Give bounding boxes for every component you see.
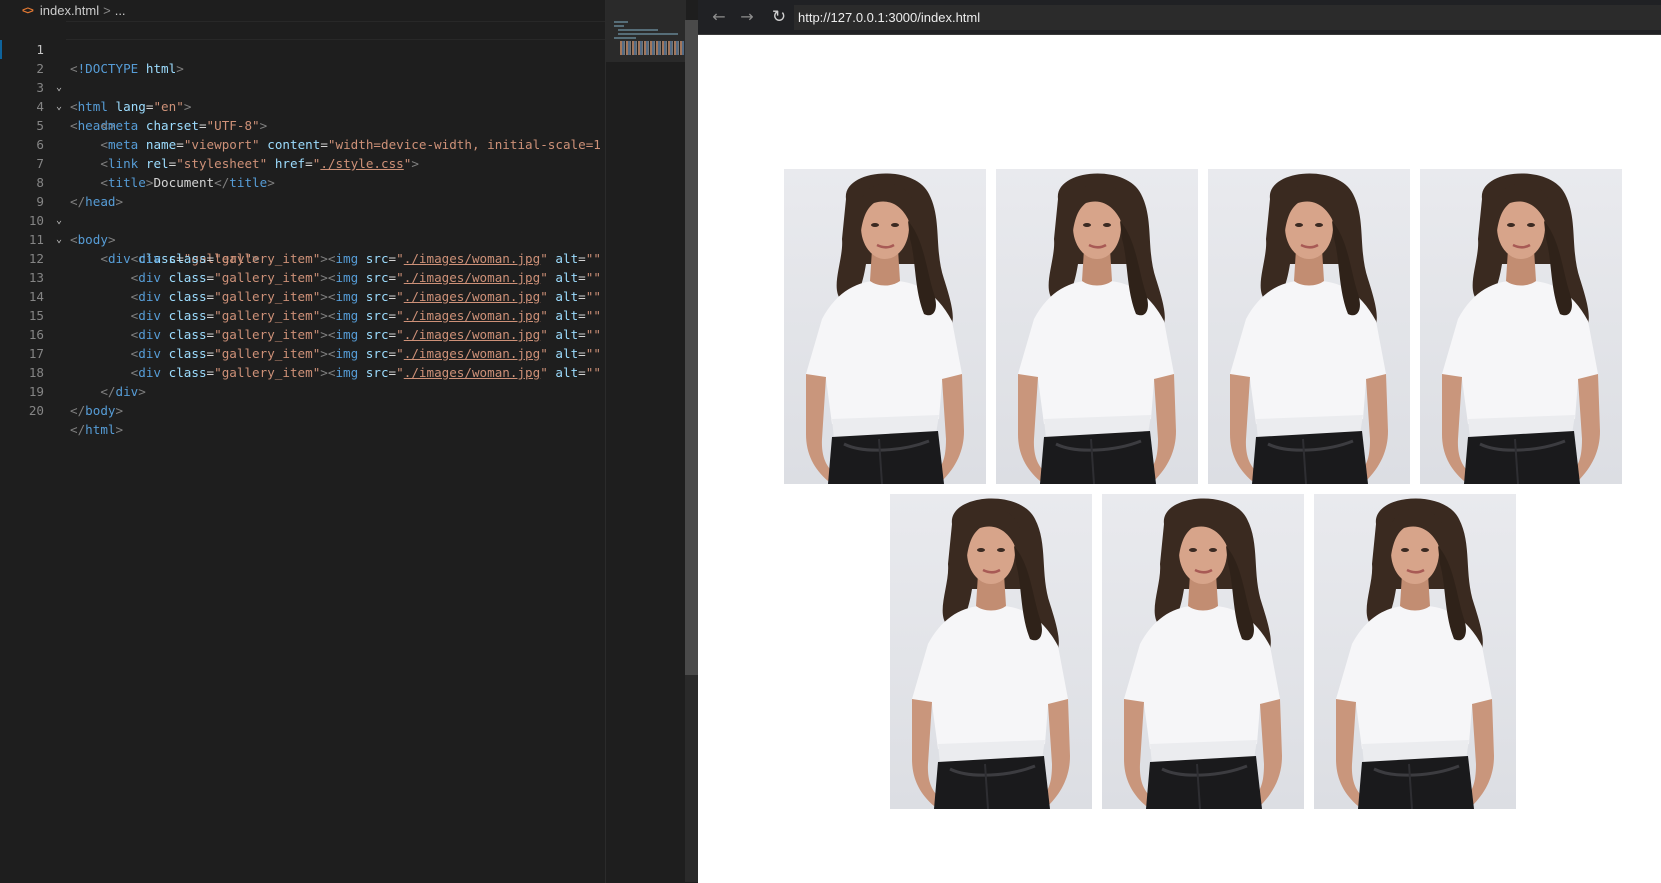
code-line[interactable]: 4 <meta charset="UTF-8">	[0, 78, 605, 133]
code-line[interactable]: 5 <meta name="viewport" content="width=d…	[0, 97, 605, 152]
gallery-item	[1102, 494, 1304, 809]
code-token: html	[85, 422, 116, 437]
browser-toolbar: ← → ↻ http://127.0.0.1:3000/index.html	[698, 0, 1661, 35]
code-line[interactable]: 20 </html>	[0, 382, 605, 437]
minimap-line	[614, 25, 624, 27]
gallery-item	[1314, 494, 1516, 809]
html-file-icon: <>	[22, 4, 34, 17]
code-line[interactable]: 10 ⌄ <div class="gallery">	[0, 192, 605, 266]
gallery-photo	[996, 169, 1198, 484]
code-editor[interactable]: <> index.html > ... 1 <!DOCTYPE html> 2 …	[0, 0, 698, 883]
breadcrumb-file[interactable]: index.html	[40, 3, 99, 18]
code-line[interactable]: 14 <div class="gallery_item"><img src=".…	[0, 268, 605, 323]
code-line[interactable]: 16 <div class="gallery_item"><img src=".…	[0, 306, 605, 361]
code-line[interactable]: 3 ⌄ <head>	[0, 59, 605, 133]
code-line[interactable]: 8 </head>	[0, 154, 605, 209]
code-line[interactable]: 12 <div class="gallery_item"><img src=".…	[0, 230, 605, 285]
code-line[interactable]: 13 <div class="gallery_item"><img src=".…	[0, 249, 605, 304]
code-line[interactable]: 18 </div>	[0, 344, 605, 399]
code-line[interactable]: 1 <!DOCTYPE html>	[0, 21, 605, 76]
gallery-photo	[1420, 169, 1622, 484]
line-number: 20	[28, 403, 44, 418]
gallery-item	[1208, 169, 1410, 484]
code-line[interactable]: 2 ⌄ <html lang="en">	[0, 40, 605, 114]
editor-scroll-thumb[interactable]	[685, 20, 698, 675]
code-token: body	[85, 403, 116, 418]
minimap-line	[614, 37, 636, 39]
back-arrow-icon[interactable]: ←	[706, 4, 732, 30]
gallery-photo	[1102, 494, 1304, 809]
code-area[interactable]: 1 <!DOCTYPE html> 2 ⌄ <html lang="en"> 3…	[0, 21, 605, 883]
minimap-line	[614, 21, 628, 23]
reload-icon[interactable]: ↻	[766, 4, 792, 30]
code-line[interactable]: 7 <title>Document</title>	[0, 135, 605, 190]
gallery-photo	[784, 169, 986, 484]
forward-arrow-icon[interactable]: →	[734, 4, 760, 30]
breadcrumb-more[interactable]: ...	[115, 3, 126, 18]
code-line[interactable]: 11 <div class="gallery_item"><img src=".…	[0, 211, 605, 266]
breadcrumb-separator: >	[103, 3, 111, 18]
code-line[interactable]: 9 ⌄ <body>	[0, 173, 605, 247]
gallery-item	[890, 494, 1092, 809]
gallery-photo	[1314, 494, 1516, 809]
breadcrumb[interactable]: <> index.html > ...	[0, 0, 605, 21]
minimap[interactable]	[605, 0, 686, 883]
code-line[interactable]: 17 <div class="gallery_item"><img src=".…	[0, 325, 605, 380]
browser-window: ← → ↻ http://127.0.0.1:3000/index.html	[698, 0, 1661, 883]
gallery-photo	[890, 494, 1092, 809]
gallery-item	[784, 169, 986, 484]
gallery	[777, 169, 1629, 809]
minimap-line	[618, 33, 678, 35]
minimap-line	[618, 29, 658, 31]
editor-scrollbar[interactable]	[685, 20, 698, 882]
address-bar[interactable]: http://127.0.0.1:3000/index.html	[794, 5, 1661, 30]
code-line[interactable]: 15 <div class="gallery_item"><img src=".…	[0, 287, 605, 342]
code-line[interactable]: 19 </body>	[0, 363, 605, 418]
code-line[interactable]: 6 <link rel="stylesheet" href="./style.c…	[0, 116, 605, 171]
gallery-item	[996, 169, 1198, 484]
page-viewport	[698, 35, 1661, 883]
minimap-block	[620, 41, 684, 55]
gallery-item	[1420, 169, 1622, 484]
gallery-photo	[1208, 169, 1410, 484]
